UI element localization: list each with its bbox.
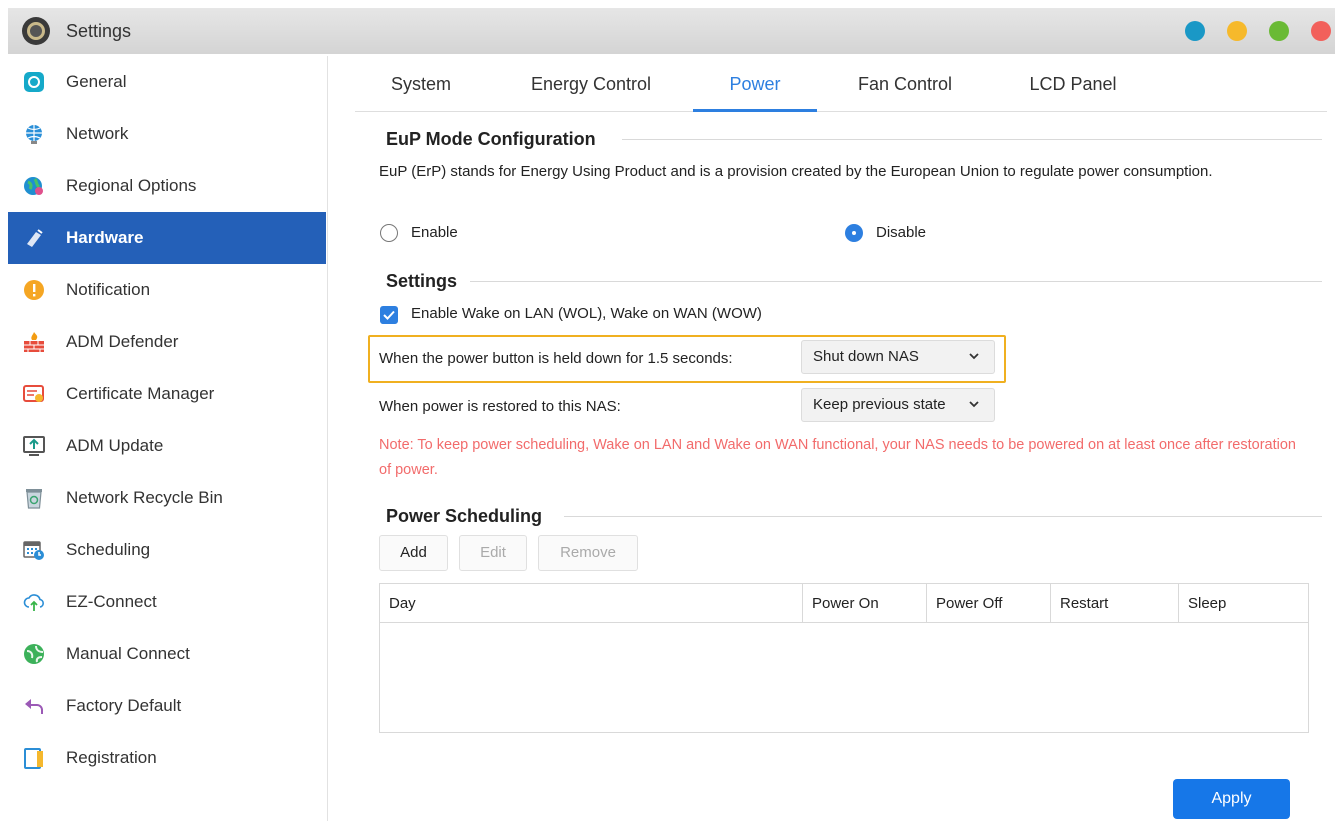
firewall-icon [22,330,46,354]
sidebar-item-label: Regional Options [66,176,197,195]
settings-divider [470,281,1322,282]
power-button-label: When the power button is held down for 1… [379,350,733,367]
recycle-bin-icon [22,486,46,510]
window-title: Settings [66,20,132,41]
notification-icon [22,278,46,302]
settings-section-title: Settings [386,271,458,291]
tab-bar: System Energy Control Power Fan Control … [355,58,1327,112]
sidebar-item-label: Notification [66,280,151,299]
certificate-icon [22,382,46,406]
manual-connect-icon [22,642,46,666]
tab-system[interactable]: System [369,58,473,112]
hardware-icon [22,226,46,250]
sidebar-item-label: Hardware [66,228,144,247]
calendar-clock-icon [22,538,46,562]
sidebar-item-manual-connect[interactable]: Manual Connect [8,628,326,680]
wol-label[interactable]: Enable Wake on LAN (WOL), Wake on WAN (W… [411,301,762,326]
window-dot-red[interactable] [1311,21,1331,41]
sidebar-item-factory-default[interactable]: Factory Default [8,680,326,732]
undo-arrow-icon [22,694,46,718]
general-icon [22,70,46,94]
power-button-select[interactable]: Shut down NAS [801,340,995,374]
sidebar-item-label: ADM Defender [66,332,179,351]
sidebar-item-regional-options[interactable]: Regional Options [8,160,326,212]
power-restore-label: When power is restored to this NAS: [379,398,621,415]
sidebar-item-label: Certificate Manager [66,384,215,403]
eup-divider [622,139,1322,140]
eup-disable-label[interactable]: Disable [876,220,926,245]
sidebar-item-adm-defender[interactable]: ADM Defender [8,316,326,368]
tab-energy-control[interactable]: Energy Control [515,58,667,112]
registration-icon [22,746,46,770]
remove-button[interactable]: Remove [538,535,638,571]
sidebar-item-general[interactable]: General [8,56,326,108]
power-restore-select-value: Keep previous state [813,396,946,413]
window-dot-teal[interactable] [1185,21,1205,41]
sidebar-item-ez-connect[interactable]: EZ-Connect [8,576,326,628]
settings-app-icon [22,17,50,45]
wol-checkbox[interactable] [380,306,398,324]
sidebar-item-adm-update[interactable]: ADM Update [8,420,326,472]
sidebar-item-notification[interactable]: Notification [8,264,326,316]
add-button[interactable]: Add [379,535,448,571]
sidebar-item-network[interactable]: Network [8,108,326,160]
window-dot-green[interactable] [1269,21,1289,41]
column-header-day[interactable]: Day [380,584,802,623]
regional-globe-icon [22,174,46,198]
sidebar-item-label: General [66,72,127,91]
sidebar-item-label: Factory Default [66,696,182,715]
column-header-power-on[interactable]: Power On [802,584,926,623]
window-dot-yellow[interactable] [1227,21,1247,41]
edit-button[interactable]: Edit [459,535,527,571]
eup-disable-radio[interactable] [845,224,863,242]
tab-fan-control[interactable]: Fan Control [843,58,967,112]
sidebar-item-label: ADM Update [66,436,164,455]
sidebar-item-label: EZ-Connect [66,592,157,611]
power-button-select-value: Shut down NAS [813,348,919,365]
eup-description: EuP (ErP) stands for Energy Using Produc… [379,163,1213,180]
eup-enable-label[interactable]: Enable [411,220,458,245]
eup-enable-radio[interactable] [380,224,398,242]
sidebar-item-scheduling[interactable]: Scheduling [8,524,326,576]
scheduling-section-title: Power Scheduling [386,506,543,526]
power-restore-select[interactable]: Keep previous state [801,388,995,422]
title-bar: Settings [8,8,1335,54]
checkmark-icon [383,310,395,320]
apply-button[interactable]: Apply [1173,779,1290,819]
sidebar-item-certificate-manager[interactable]: Certificate Manager [8,368,326,420]
chevron-down-icon [968,389,980,433]
sidebar-item-label: Scheduling [66,540,151,559]
sidebar: General Network Regional Options Hardwar… [8,56,328,821]
tab-lcd-panel[interactable]: LCD Panel [1011,58,1135,112]
column-header-power-off[interactable]: Power Off [926,584,1050,623]
window-controls [1185,21,1331,41]
sidebar-item-network-recycle-bin[interactable]: Network Recycle Bin [8,472,326,524]
cloud-upload-icon [22,590,46,614]
eup-section-title: EuP Mode Configuration [386,129,596,149]
network-globe-icon [22,122,46,146]
sidebar-item-registration[interactable]: Registration [8,732,326,784]
sidebar-item-label: Manual Connect [66,644,190,663]
update-icon [22,434,46,458]
column-header-sleep[interactable]: Sleep [1178,584,1308,623]
table-header: Day Power On Power Off Restart Sleep [380,584,1308,623]
column-header-restart[interactable]: Restart [1050,584,1178,623]
scheduling-divider [564,516,1322,517]
sidebar-item-label: Network [66,124,129,143]
chevron-down-icon [968,341,980,385]
power-schedule-table: Day Power On Power Off Restart Sleep [379,583,1309,733]
sidebar-item-hardware[interactable]: Hardware [8,212,326,264]
tab-power[interactable]: Power [693,58,817,112]
sidebar-item-label: Network Recycle Bin [66,488,223,507]
power-note: Note: To keep power scheduling, Wake on … [379,437,1296,478]
sidebar-item-label: Registration [66,748,157,767]
